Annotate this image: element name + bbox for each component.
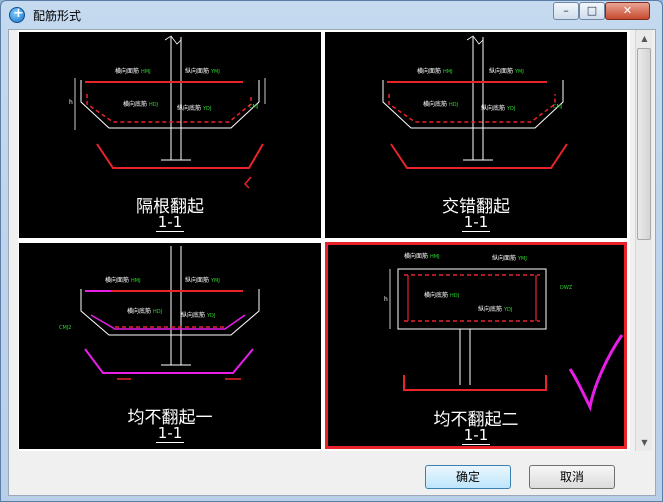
maximize-button[interactable]: □ <box>579 2 605 20</box>
label-top-vertical: 纵向面筋 <box>489 67 513 75</box>
option-card-3[interactable]: 横向面筋 HMJ 纵向面筋 YMJ 横向底筋 HDJ 纵向底筋 YDJ CMJ2… <box>19 243 321 449</box>
window-title: 配筋形式 <box>33 9 82 23</box>
label-bottom: 横向底筋 <box>424 291 448 299</box>
ok-button[interactable]: 确定 <box>425 465 511 489</box>
vertical-scrollbar[interactable]: ▲ ▼ <box>635 30 652 451</box>
code-hmj: HMJ <box>443 69 453 75</box>
code-hdj: HDJ <box>449 102 458 108</box>
label-top-vertical: 纵向面筋 <box>185 276 209 284</box>
scroll-down-arrow-icon[interactable]: ▼ <box>636 434 653 451</box>
code-ydj: YDJ <box>202 106 211 112</box>
code-ydj: YDJ <box>206 313 215 319</box>
title-bar[interactable]: 配筋形式 – □ ✕ <box>1 1 662 29</box>
label-bottom: 横向底筋 <box>423 100 447 108</box>
code-hdj: HDJ <box>450 293 459 299</box>
label-bottom-vertical: 纵向底筋 <box>478 305 502 313</box>
option-card-1[interactable]: 横向面筋 HMJ 纵向面筋 YMJ 横向底筋 HDJ 纵向底筋 YDJ CMJ … <box>19 32 321 238</box>
label-bottom: 横向底筋 <box>127 307 151 315</box>
label-bottom-vertical: 纵向底筋 <box>181 311 205 319</box>
code-ymj: YMJ <box>514 69 524 75</box>
label-top-vertical: 纵向面筋 <box>185 67 209 75</box>
code-hmj: HMJ <box>141 69 151 75</box>
check-mark-icon <box>568 334 624 412</box>
dialog-window: 配筋形式 – □ ✕ 横向面筋 <box>0 0 663 502</box>
label-top: 横向面筋 <box>417 67 441 75</box>
cancel-button[interactable]: 取消 <box>529 465 615 489</box>
label-top-vertical: 纵向面筋 <box>492 254 516 262</box>
code-hmj: HMJ <box>430 254 440 260</box>
label-bottom: 横向底筋 <box>123 100 147 108</box>
label-top: 横向面筋 <box>105 276 129 284</box>
label-bottom-vertical: 纵向底筋 <box>481 104 505 112</box>
label-bottom-vertical: 纵向底筋 <box>177 104 201 112</box>
code-cmj: CMJ <box>553 104 562 110</box>
minimize-button[interactable]: – <box>553 2 579 20</box>
scroll-thumb[interactable] <box>637 48 651 240</box>
code-hdj: HDJ <box>153 309 162 315</box>
code-hmj: HMJ <box>131 278 141 284</box>
code-h: h <box>384 296 388 303</box>
dialog-client: 横向面筋 HMJ 纵向面筋 YMJ 横向底筋 HDJ 纵向底筋 YDJ CMJ … <box>8 29 656 496</box>
option-card-4[interactable]: 横向面筋 HMJ 纵向面筋 YMJ 横向底筋 HDJ 纵向底筋 YDJ h DW… <box>325 242 627 449</box>
code-cmj: CMJ <box>249 104 258 110</box>
scroll-up-arrow-icon[interactable]: ▲ <box>636 30 653 47</box>
label-top: 横向面筋 <box>115 67 139 75</box>
app-icon <box>9 6 25 23</box>
code-ydj: YDJ <box>503 307 512 313</box>
code-hdj: HDJ <box>149 102 158 108</box>
label-top: 横向面筋 <box>404 252 428 260</box>
close-button[interactable]: ✕ <box>605 2 650 20</box>
option-grid: 横向面筋 HMJ 纵向面筋 YMJ 横向底筋 HDJ 纵向底筋 YDJ CMJ … <box>18 30 630 451</box>
option-card-2[interactable]: 横向面筋 HMJ 纵向面筋 YMJ 横向底筋 HDJ 纵向底筋 YDJ CMJ … <box>325 32 627 238</box>
code-ymj: YMJ <box>517 256 527 262</box>
code-ymj: YMJ <box>210 278 220 284</box>
code-cmj2: CMJ2 <box>59 325 71 331</box>
option-section-2: 1-1 <box>461 213 491 232</box>
code-ydj: YDJ <box>506 106 515 112</box>
option-section-1: 1-1 <box>155 213 185 232</box>
code-dwz: DWZ <box>560 285 573 291</box>
option-section-4: 1-1 <box>461 426 491 445</box>
code-h: h <box>69 99 73 106</box>
option-section-3: 1-1 <box>155 424 185 443</box>
code-ymj: YMJ <box>210 69 220 75</box>
